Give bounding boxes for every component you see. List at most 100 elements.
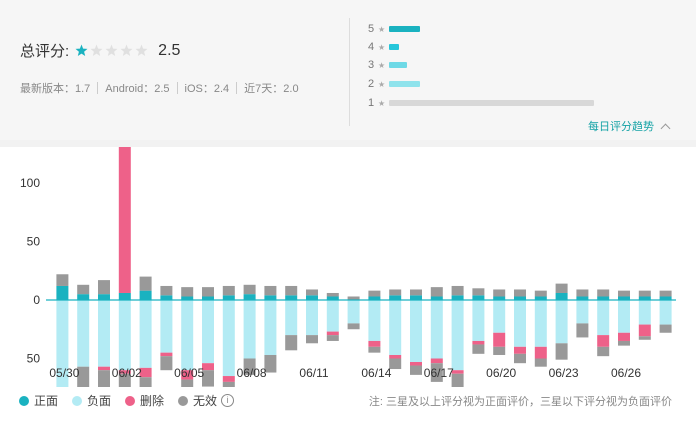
distribution-bar: [389, 44, 400, 50]
bar-segment: [222, 381, 235, 387]
divider: [97, 82, 99, 94]
overall-label: 总评分:: [20, 43, 70, 60]
bar-segment: [264, 285, 277, 296]
bar-segment: [326, 335, 339, 341]
bar-segment: [410, 300, 422, 363]
bar-segment: [389, 295, 402, 300]
bar-segment: [430, 287, 443, 297]
daily-rating-chart: 2001501005005010005/3006/0206/0506/0806/…: [20, 147, 676, 387]
distribution-star-label: 2: [368, 78, 375, 90]
bar-segment: [98, 370, 110, 387]
distribution-star-label: 1: [368, 97, 375, 109]
star-icon: ★: [378, 79, 386, 89]
bar-segment: [618, 300, 630, 333]
bar-segment: [534, 300, 547, 347]
bar-segment: [222, 300, 235, 377]
bar-segment: [160, 285, 173, 296]
version-ratings: 最新版本：1.7 Android：2.5 iOS：2.4 近7天：2.0: [20, 80, 299, 96]
star-icon: ★: [378, 42, 386, 52]
bar-segment: [285, 295, 298, 300]
x-tick-label: 06/11: [299, 366, 328, 380]
bar-segment: [98, 280, 110, 295]
bar-segment: [368, 290, 381, 297]
star-icon: [120, 44, 133, 56]
distribution-row-3: 3 ★: [368, 58, 408, 72]
bar-segment: [618, 290, 630, 297]
bar-segment: [389, 354, 402, 359]
bar-segment: [597, 289, 610, 297]
distribution-bar: [389, 100, 595, 106]
bar-segment: [222, 376, 235, 382]
chevron-up-icon[interactable]: [660, 123, 671, 133]
legend-item-invalid[interactable]: 无效 i: [178, 392, 235, 409]
bar-segment: [493, 332, 506, 347]
x-tick-label: 05/30: [49, 366, 79, 380]
bar-segment: [618, 340, 630, 346]
x-tick-label: 06/08: [237, 366, 267, 380]
legend-label-negative: 负面: [87, 394, 112, 408]
legend-item-negative[interactable]: 负面: [72, 392, 111, 409]
bar-segment: [181, 379, 194, 387]
bar-segment: [202, 287, 214, 297]
bar-segment: [597, 335, 610, 347]
x-tick-label: 06/02: [112, 366, 142, 380]
bar-segment: [98, 294, 110, 300]
legend-item-deleted[interactable]: 删除: [125, 392, 164, 409]
bar-segment: [181, 300, 194, 371]
distribution-row-4: 4 ★: [368, 40, 400, 54]
bar-segment: [430, 358, 443, 364]
bar-segment: [243, 294, 256, 300]
daily-trend-label[interactable]: 每日评分趋势: [588, 118, 654, 134]
distribution-star-label: 4: [368, 41, 375, 53]
distribution-star-label: 5: [368, 23, 375, 35]
star-icon: ★: [378, 60, 386, 70]
distribution-row-5: 5 ★: [368, 22, 421, 36]
bar-segment: [514, 289, 526, 297]
bar-segment: [285, 285, 298, 296]
bar-segment: [56, 274, 69, 286]
bar-segment: [555, 343, 568, 360]
bar-segment: [160, 295, 173, 300]
x-tick-label: 06/14: [361, 366, 391, 380]
rating-score: 2.5: [158, 41, 181, 59]
legend-dot-negative: [72, 395, 83, 406]
bar-segment: [514, 300, 526, 347]
x-tick-label: 06/20: [486, 366, 516, 380]
bar-segment: [659, 300, 672, 325]
bar-segment: [410, 289, 422, 296]
ios-rating: iOS：2.4: [184, 83, 230, 95]
bar-segment: [389, 289, 402, 296]
android-rating: Android：2.5: [105, 83, 170, 95]
bar-segment: [243, 284, 256, 295]
legend-dot-invalid: [178, 395, 189, 406]
latest-version: 最新版本：1.7: [20, 83, 91, 95]
bar-segment: [118, 300, 131, 371]
y-tick-label: 0: [33, 293, 40, 307]
bar-segment: [472, 295, 485, 300]
bar-segment: [638, 290, 651, 297]
rating-stars: [75, 44, 150, 57]
bar-segment: [638, 300, 651, 325]
distribution-bar: [389, 81, 421, 87]
bar-segment: [306, 335, 318, 344]
chart-legend: 正面 负面 删除 无效 i: [19, 392, 248, 409]
bar-segment: [389, 300, 402, 355]
rating-note: 注: 三星及以上评分视为正面评价，三星以下评分视为负面评价: [368, 396, 672, 408]
daily-trend-toggle[interactable]: 每日评分趋势: [588, 118, 671, 134]
distribution-star-label: 3: [368, 59, 375, 71]
bar-segment: [56, 285, 69, 300]
bar-segment: [368, 300, 381, 341]
x-tick-label: 06/26: [611, 366, 641, 380]
info-icon[interactable]: i: [221, 394, 235, 407]
bar-segment: [410, 362, 422, 366]
bar-segment: [264, 295, 277, 300]
bar-segment: [451, 300, 464, 371]
legend-item-positive[interactable]: 正面: [19, 392, 58, 409]
overall-rating: 总评分: 2.5: [20, 40, 180, 61]
bar-segment: [285, 300, 298, 336]
bar-segment: [493, 289, 506, 297]
star-icon: ★: [378, 98, 386, 108]
bar-segment: [77, 284, 90, 295]
bar-segment: [160, 352, 173, 357]
bar-segment: [326, 331, 339, 336]
